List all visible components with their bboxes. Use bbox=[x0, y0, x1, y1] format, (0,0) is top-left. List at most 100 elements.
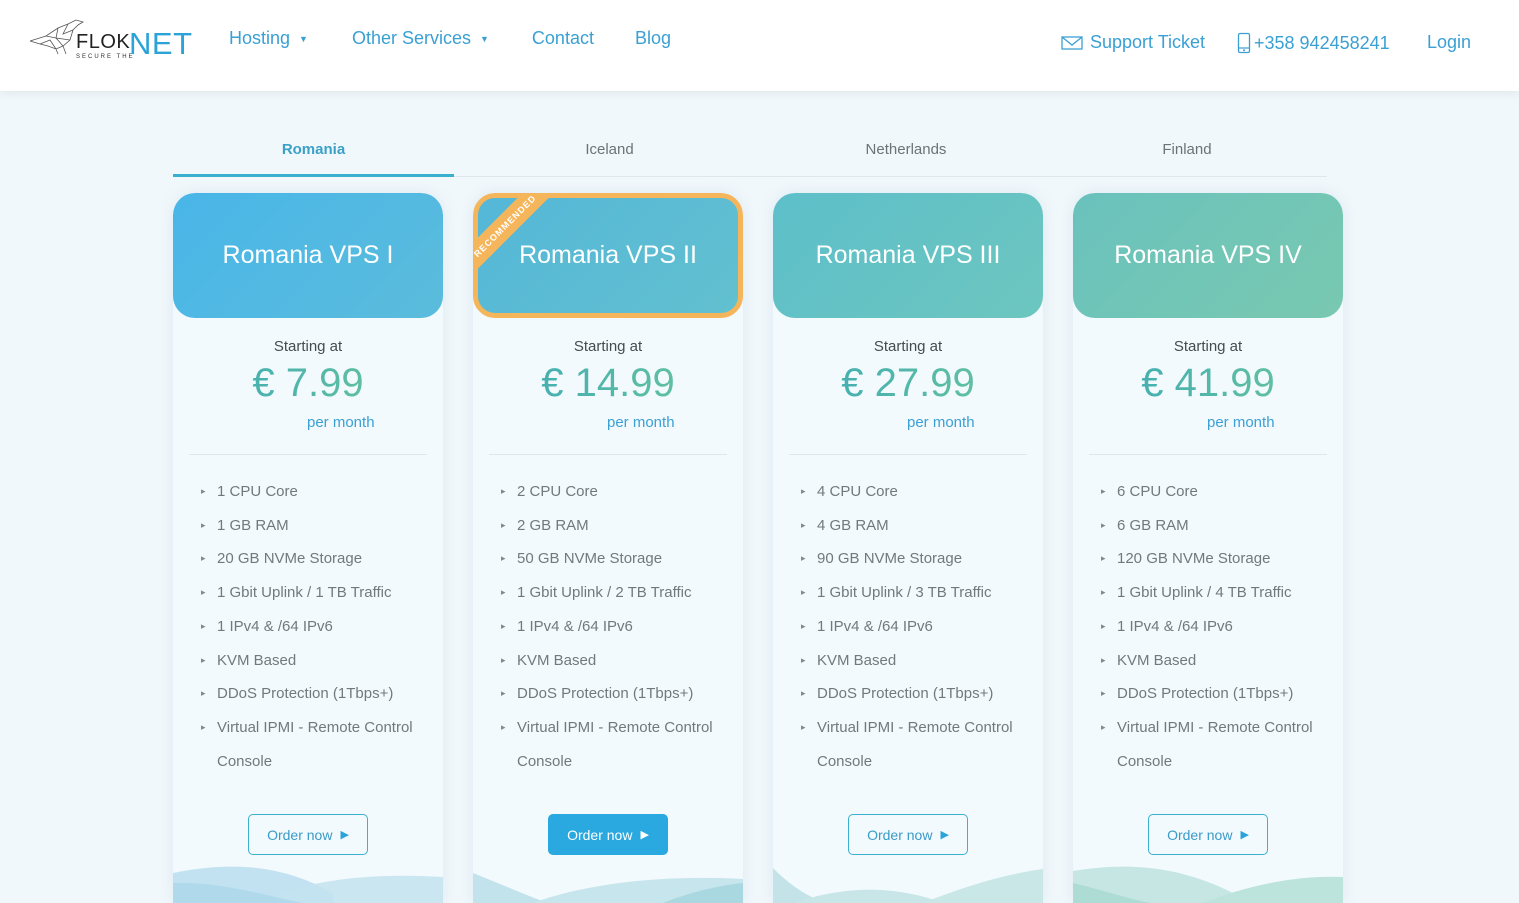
feature-item: DDoS Protection (1Tbps+) bbox=[201, 677, 441, 711]
feature-item: 120 GB NVMe Storage bbox=[1101, 542, 1341, 576]
tab-netherlands[interactable]: Netherlands bbox=[765, 130, 1047, 176]
plan-header: Romania VPS I bbox=[173, 193, 443, 318]
feature-item: 50 GB NVMe Storage bbox=[501, 542, 741, 576]
plan-price: € 14.99 bbox=[473, 361, 743, 406]
order-now-label: Order now bbox=[1167, 826, 1233, 843]
feature-item: 90 GB NVMe Storage bbox=[801, 542, 1041, 576]
feature-item: DDoS Protection (1Tbps+) bbox=[801, 677, 1041, 711]
feature-item: 1 Gbit Uplink / 4 TB Traffic bbox=[1101, 576, 1341, 610]
plan-name: Romania VPS I bbox=[222, 241, 394, 269]
tab-iceland[interactable]: Iceland bbox=[454, 130, 765, 176]
nav-hosting-label: Hosting bbox=[229, 28, 291, 48]
price-period: per month bbox=[307, 414, 375, 431]
feature-item: Virtual IPMI - Remote Control Console bbox=[801, 711, 1041, 778]
nav-other-services[interactable]: Other Services ▼ bbox=[352, 28, 489, 49]
starting-at-label: Starting at bbox=[873, 338, 943, 355]
recommended-label: RECOMMENDED bbox=[473, 193, 559, 280]
feature-item: 4 GB RAM bbox=[801, 509, 1041, 543]
feature-list: 2 CPU Core 2 GB RAM 50 GB NVMe Storage 1… bbox=[501, 475, 741, 778]
envelope-icon bbox=[1061, 35, 1083, 50]
login-link[interactable]: Login bbox=[1427, 32, 1471, 53]
plan-card: Romania VPS III Starting at € 27.99 per … bbox=[773, 193, 1043, 903]
order-now-label: Order now bbox=[567, 826, 633, 843]
starting-at-label: Starting at bbox=[573, 338, 643, 355]
feature-item: Virtual IPMI - Remote Control Console bbox=[201, 711, 441, 778]
order-now-button[interactable]: Order now ▶ bbox=[1148, 814, 1268, 855]
feature-item: 1 IPv4 & /64 IPv6 bbox=[201, 610, 441, 644]
feature-item: Virtual IPMI - Remote Control Console bbox=[1101, 711, 1341, 778]
feature-item: 2 CPU Core bbox=[501, 475, 741, 509]
wave-decoration bbox=[773, 868, 1043, 903]
order-now-button[interactable]: Order now ▶ bbox=[848, 814, 968, 855]
divider bbox=[489, 454, 727, 455]
logo-text-net: NET bbox=[129, 26, 193, 61]
wave-decoration bbox=[473, 873, 743, 903]
feature-item: KVM Based bbox=[1101, 644, 1341, 678]
nav-blog[interactable]: Blog bbox=[635, 28, 671, 49]
play-arrow-icon: ▶ bbox=[340, 829, 349, 841]
nav-blog-label: Blog bbox=[634, 28, 671, 48]
feature-item: 6 CPU Core bbox=[1101, 475, 1341, 509]
plan-name: Romania VPS IV bbox=[1114, 241, 1302, 269]
support-ticket-link[interactable]: Support Ticket bbox=[1061, 32, 1205, 53]
order-now-button[interactable]: Order now ▶ bbox=[548, 814, 668, 855]
plan-price: € 7.99 bbox=[173, 361, 443, 406]
tab-romania[interactable]: Romania bbox=[173, 130, 454, 177]
starting-at-label: Starting at bbox=[273, 338, 343, 355]
plan-name: Romania VPS III bbox=[815, 241, 1001, 269]
feature-item: KVM Based bbox=[501, 644, 741, 678]
feature-item: Virtual IPMI - Remote Control Console bbox=[501, 711, 741, 778]
price-period: per month bbox=[607, 414, 675, 431]
feature-item: 1 IPv4 & /64 IPv6 bbox=[501, 610, 741, 644]
feature-item: DDoS Protection (1Tbps+) bbox=[501, 677, 741, 711]
order-now-label: Order now bbox=[267, 826, 333, 843]
caret-down-icon: ▼ bbox=[480, 34, 489, 44]
site-header: FLOKI SECURE THE NET Hosting ▼ Other Ser… bbox=[0, 0, 1519, 91]
main-nav: Hosting ▼ Other Services ▼ Contact Blog bbox=[229, 28, 671, 49]
feature-list: 4 CPU Core 4 GB RAM 90 GB NVMe Storage 1… bbox=[801, 475, 1041, 778]
price-period: per month bbox=[1207, 414, 1275, 431]
feature-item: 4 CPU Core bbox=[801, 475, 1041, 509]
mobile-phone-icon bbox=[1237, 32, 1251, 54]
plan-card-recommended: Romania VPS II RECOMMENDED Starting at €… bbox=[473, 193, 743, 903]
play-arrow-icon: ▶ bbox=[640, 829, 649, 841]
price-period: per month bbox=[907, 414, 975, 431]
nav-contact-label: Contact bbox=[531, 28, 594, 48]
feature-item: KVM Based bbox=[201, 644, 441, 678]
play-arrow-icon: ▶ bbox=[940, 829, 949, 841]
nav-contact[interactable]: Contact bbox=[532, 28, 594, 49]
wave-decoration bbox=[173, 866, 443, 903]
feature-item: 1 IPv4 & /64 IPv6 bbox=[801, 610, 1041, 644]
order-now-button[interactable]: Order now ▶ bbox=[248, 814, 368, 855]
plan-price: € 41.99 bbox=[1073, 361, 1343, 406]
nav-other-services-label: Other Services bbox=[351, 28, 471, 48]
tab-finland[interactable]: Finland bbox=[1047, 130, 1327, 176]
plan-card: Romania VPS I Starting at € 7.99 per mon… bbox=[173, 193, 443, 903]
plan-price: € 27.99 bbox=[773, 361, 1043, 406]
divider bbox=[789, 454, 1027, 455]
location-tabs: Romania Iceland Netherlands Finland bbox=[173, 130, 1327, 177]
feature-item: KVM Based bbox=[801, 644, 1041, 678]
feature-item: 1 Gbit Uplink / 3 TB Traffic bbox=[801, 576, 1041, 610]
feature-item: 20 GB NVMe Storage bbox=[201, 542, 441, 576]
logo-text-floki: FLOKI bbox=[76, 31, 137, 53]
feature-item: 1 GB RAM bbox=[201, 509, 441, 543]
wave-decoration bbox=[1073, 866, 1343, 903]
logo-tagline: SECURE THE bbox=[76, 54, 135, 60]
phone-link[interactable]: +358 942458241 bbox=[1237, 32, 1390, 54]
feature-item: 2 GB RAM bbox=[501, 509, 741, 543]
support-ticket-label: Support Ticket bbox=[1090, 32, 1206, 52]
feature-item: 6 GB RAM bbox=[1101, 509, 1341, 543]
divider bbox=[189, 454, 427, 455]
feature-item: DDoS Protection (1Tbps+) bbox=[1101, 677, 1341, 711]
plan-header: Romania VPS IV bbox=[1073, 193, 1343, 318]
starting-at-label: Starting at bbox=[1173, 338, 1243, 355]
feature-item: 1 Gbit Uplink / 1 TB Traffic bbox=[201, 576, 441, 610]
feature-item: 1 IPv4 & /64 IPv6 bbox=[1101, 610, 1341, 644]
feature-item: 1 Gbit Uplink / 2 TB Traffic bbox=[501, 576, 741, 610]
feature-item: 1 CPU Core bbox=[201, 475, 441, 509]
order-now-label: Order now bbox=[867, 826, 933, 843]
recommended-ribbon: RECOMMENDED bbox=[473, 193, 563, 282]
nav-hosting[interactable]: Hosting ▼ bbox=[229, 28, 308, 49]
flokinet-logo[interactable]: FLOKI SECURE THE NET bbox=[28, 16, 193, 66]
